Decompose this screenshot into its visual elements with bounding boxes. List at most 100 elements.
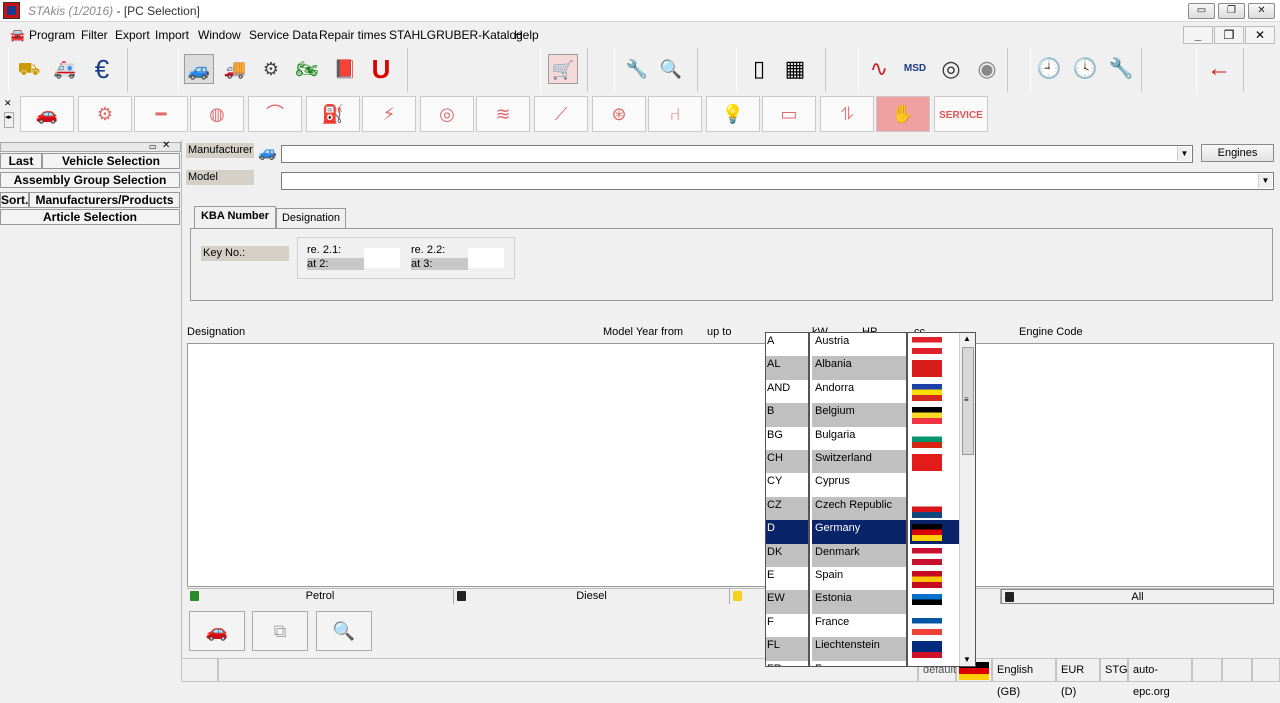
wrench-icon[interactable]: 🔧	[1106, 54, 1136, 84]
grid-view-icon[interactable]: ▦	[780, 54, 810, 84]
msd-icon[interactable]: MSD	[900, 54, 930, 84]
battery-icon[interactable]: ▭	[762, 96, 816, 132]
fuel-tab-all[interactable]: All	[1001, 589, 1274, 604]
country-row[interactable]: CH Switzerland	[766, 450, 960, 474]
country-row[interactable]: BG Bulgaria	[766, 426, 960, 450]
country-row[interactable]: A Austria	[766, 333, 960, 357]
menu-program[interactable]: Program	[29, 28, 75, 42]
shock-absorber-icon[interactable]: ⥮	[820, 96, 874, 132]
last-button[interactable]: Last	[0, 153, 42, 169]
fuel-tab-petrol[interactable]: Petrol	[187, 589, 454, 604]
key-no-field-2[interactable]	[468, 248, 504, 268]
menu-help[interactable]: Help	[514, 28, 539, 42]
seat-icon[interactable]: ⑁	[648, 96, 702, 132]
clutch-icon[interactable]: ◎	[420, 96, 474, 132]
menu-window[interactable]: Window	[198, 28, 241, 42]
col-engine-code[interactable]: Engine Code	[1019, 326, 1083, 338]
mdi-restore-button[interactable]: ❐	[1214, 26, 1244, 44]
close-button[interactable]: ✕	[1248, 3, 1275, 19]
euro-icon[interactable]: €	[87, 54, 117, 84]
driveshaft-icon[interactable]: ━	[134, 96, 188, 132]
country-row[interactable]: EW Estonia	[766, 590, 960, 614]
wiper-icon[interactable]: ⌒	[248, 96, 302, 132]
minimize-button[interactable]: ▭	[1188, 3, 1215, 19]
panel-pin-icon[interactable]: ▭	[149, 142, 157, 151]
model-combo[interactable]: ▼	[281, 172, 1274, 190]
back-arrow-icon[interactable]: ←	[1204, 54, 1234, 84]
scroll-down-icon[interactable]: ▼	[963, 655, 971, 664]
col-designation[interactable]: Designation	[187, 326, 245, 338]
ambulance-icon[interactable]: 🚑	[50, 54, 80, 84]
app-icon[interactable]	[3, 2, 20, 19]
vehicle-selection-button[interactable]: Vehicle Selection	[42, 153, 180, 169]
menu-import[interactable]: Import	[155, 28, 189, 42]
car-search-icon[interactable]: 🔍	[656, 54, 686, 84]
menu-service-data[interactable]: Service Data	[249, 28, 318, 42]
truck-icon[interactable]: 🚚	[220, 54, 250, 84]
key-no-field-1[interactable]	[364, 248, 400, 268]
country-row[interactable]: CY Cyprus	[766, 473, 960, 497]
country-row[interactable]: FL Liechtenstein	[766, 637, 960, 661]
pistons-icon[interactable]: ⚙	[78, 96, 132, 132]
vehicle-zoom-button[interactable]: 🔍	[316, 611, 372, 651]
strip-scroll-icon[interactable]: ◂▸	[4, 112, 14, 128]
forklift-icon[interactable]: ⛟	[14, 54, 44, 84]
manufacturer-logo-icon[interactable]: 🚙	[258, 143, 277, 161]
country-row[interactable]: B Belgium	[766, 403, 960, 427]
panel-close-icon[interactable]: ✕	[162, 140, 170, 151]
cd-icon[interactable]: ◉	[972, 54, 1002, 84]
col-up-to[interactable]: up to	[707, 326, 731, 338]
country-dropdown-list[interactable]: A Austria AL Albania AND Andorra B Belgium BG Bul…	[765, 332, 976, 667]
chevron-down-icon[interactable]: ▼	[1258, 174, 1272, 188]
clock-search-icon[interactable]: 🕘	[1034, 54, 1064, 84]
menu-stahlgruber-katalog[interactable]: STAHLGRUBER-Katalog	[389, 28, 523, 42]
bulb-icon[interactable]: 💡	[706, 96, 760, 132]
manufacturers-products-button[interactable]: Manufacturers/Products	[29, 192, 180, 208]
dropdown-scrollbar[interactable]: ▲ ≡ ▼	[959, 333, 975, 666]
fuel-tab-diesel[interactable]: Diesel	[454, 589, 730, 604]
tab-designation[interactable]: Designation	[276, 208, 346, 228]
book-icon[interactable]: 📕	[330, 54, 360, 84]
assembly-group-selection-button[interactable]: Assembly Group Selection	[0, 172, 180, 188]
vehicle-tools-icon[interactable]: 🔧	[622, 54, 652, 84]
sort-button[interactable]: Sort.	[0, 192, 29, 208]
menu-repair-times[interactable]: Repair times	[319, 28, 386, 42]
brake-icon[interactable]: ◍	[190, 96, 244, 132]
manufacturer-combo[interactable]: ▼	[281, 145, 1193, 163]
vehicle-car-button[interactable]: 🚗	[189, 611, 245, 651]
vehicle-list[interactable]	[187, 343, 1274, 587]
motorbike-icon[interactable]: 🏍	[292, 54, 322, 84]
oscilloscope-icon[interactable]: ∿	[864, 54, 894, 84]
tire-icon[interactable]: ◎	[936, 54, 966, 84]
hand-icon[interactable]: ✋	[876, 96, 930, 132]
fuel-pump-icon[interactable]: ⛽	[306, 96, 360, 132]
mdi-minimize-button[interactable]: _	[1183, 26, 1213, 44]
scroll-up-icon[interactable]: ▲	[963, 334, 971, 343]
strip-close-icon[interactable]: ✕	[4, 98, 12, 109]
country-row[interactable]: FRFaroes	[766, 660, 960, 666]
engines-button[interactable]: Engines	[1201, 144, 1274, 162]
mdi-close-button[interactable]: ✕	[1245, 26, 1275, 44]
magnet-icon[interactable]: U	[366, 54, 396, 84]
cart-icon[interactable]: 🛒	[548, 54, 578, 84]
country-row[interactable]: D Germany	[766, 520, 960, 544]
country-row[interactable]: E Spain	[766, 567, 960, 591]
article-selection-button[interactable]: Article Selection	[0, 209, 180, 225]
country-row[interactable]: DK Denmark	[766, 543, 960, 567]
clock-zoom-icon[interactable]: 🕓	[1070, 54, 1100, 84]
restore-button[interactable]: ❐	[1218, 3, 1245, 19]
menu-export[interactable]: Export	[115, 28, 150, 42]
car-body-icon[interactable]: 🚗	[20, 96, 74, 132]
country-row[interactable]: AND Andorra	[766, 379, 960, 404]
country-row[interactable]: F France	[766, 613, 960, 638]
service-button[interactable]: SERVICE	[934, 96, 988, 132]
engine-icon[interactable]: ⚙	[256, 54, 286, 84]
tab-kba-number[interactable]: KBA Number	[194, 206, 276, 229]
split-view-icon[interactable]: ▯	[744, 54, 774, 84]
lever-icon[interactable]: ⟋	[534, 96, 588, 132]
col-model-year-from[interactable]: Model Year from	[603, 326, 683, 338]
menu-filter[interactable]: Filter	[81, 28, 108, 42]
spark-plug-icon[interactable]: ⚡	[362, 96, 416, 132]
country-row[interactable]: CZ Czech Republic	[766, 496, 960, 521]
exhaust-icon[interactable]: ≋	[476, 96, 530, 132]
